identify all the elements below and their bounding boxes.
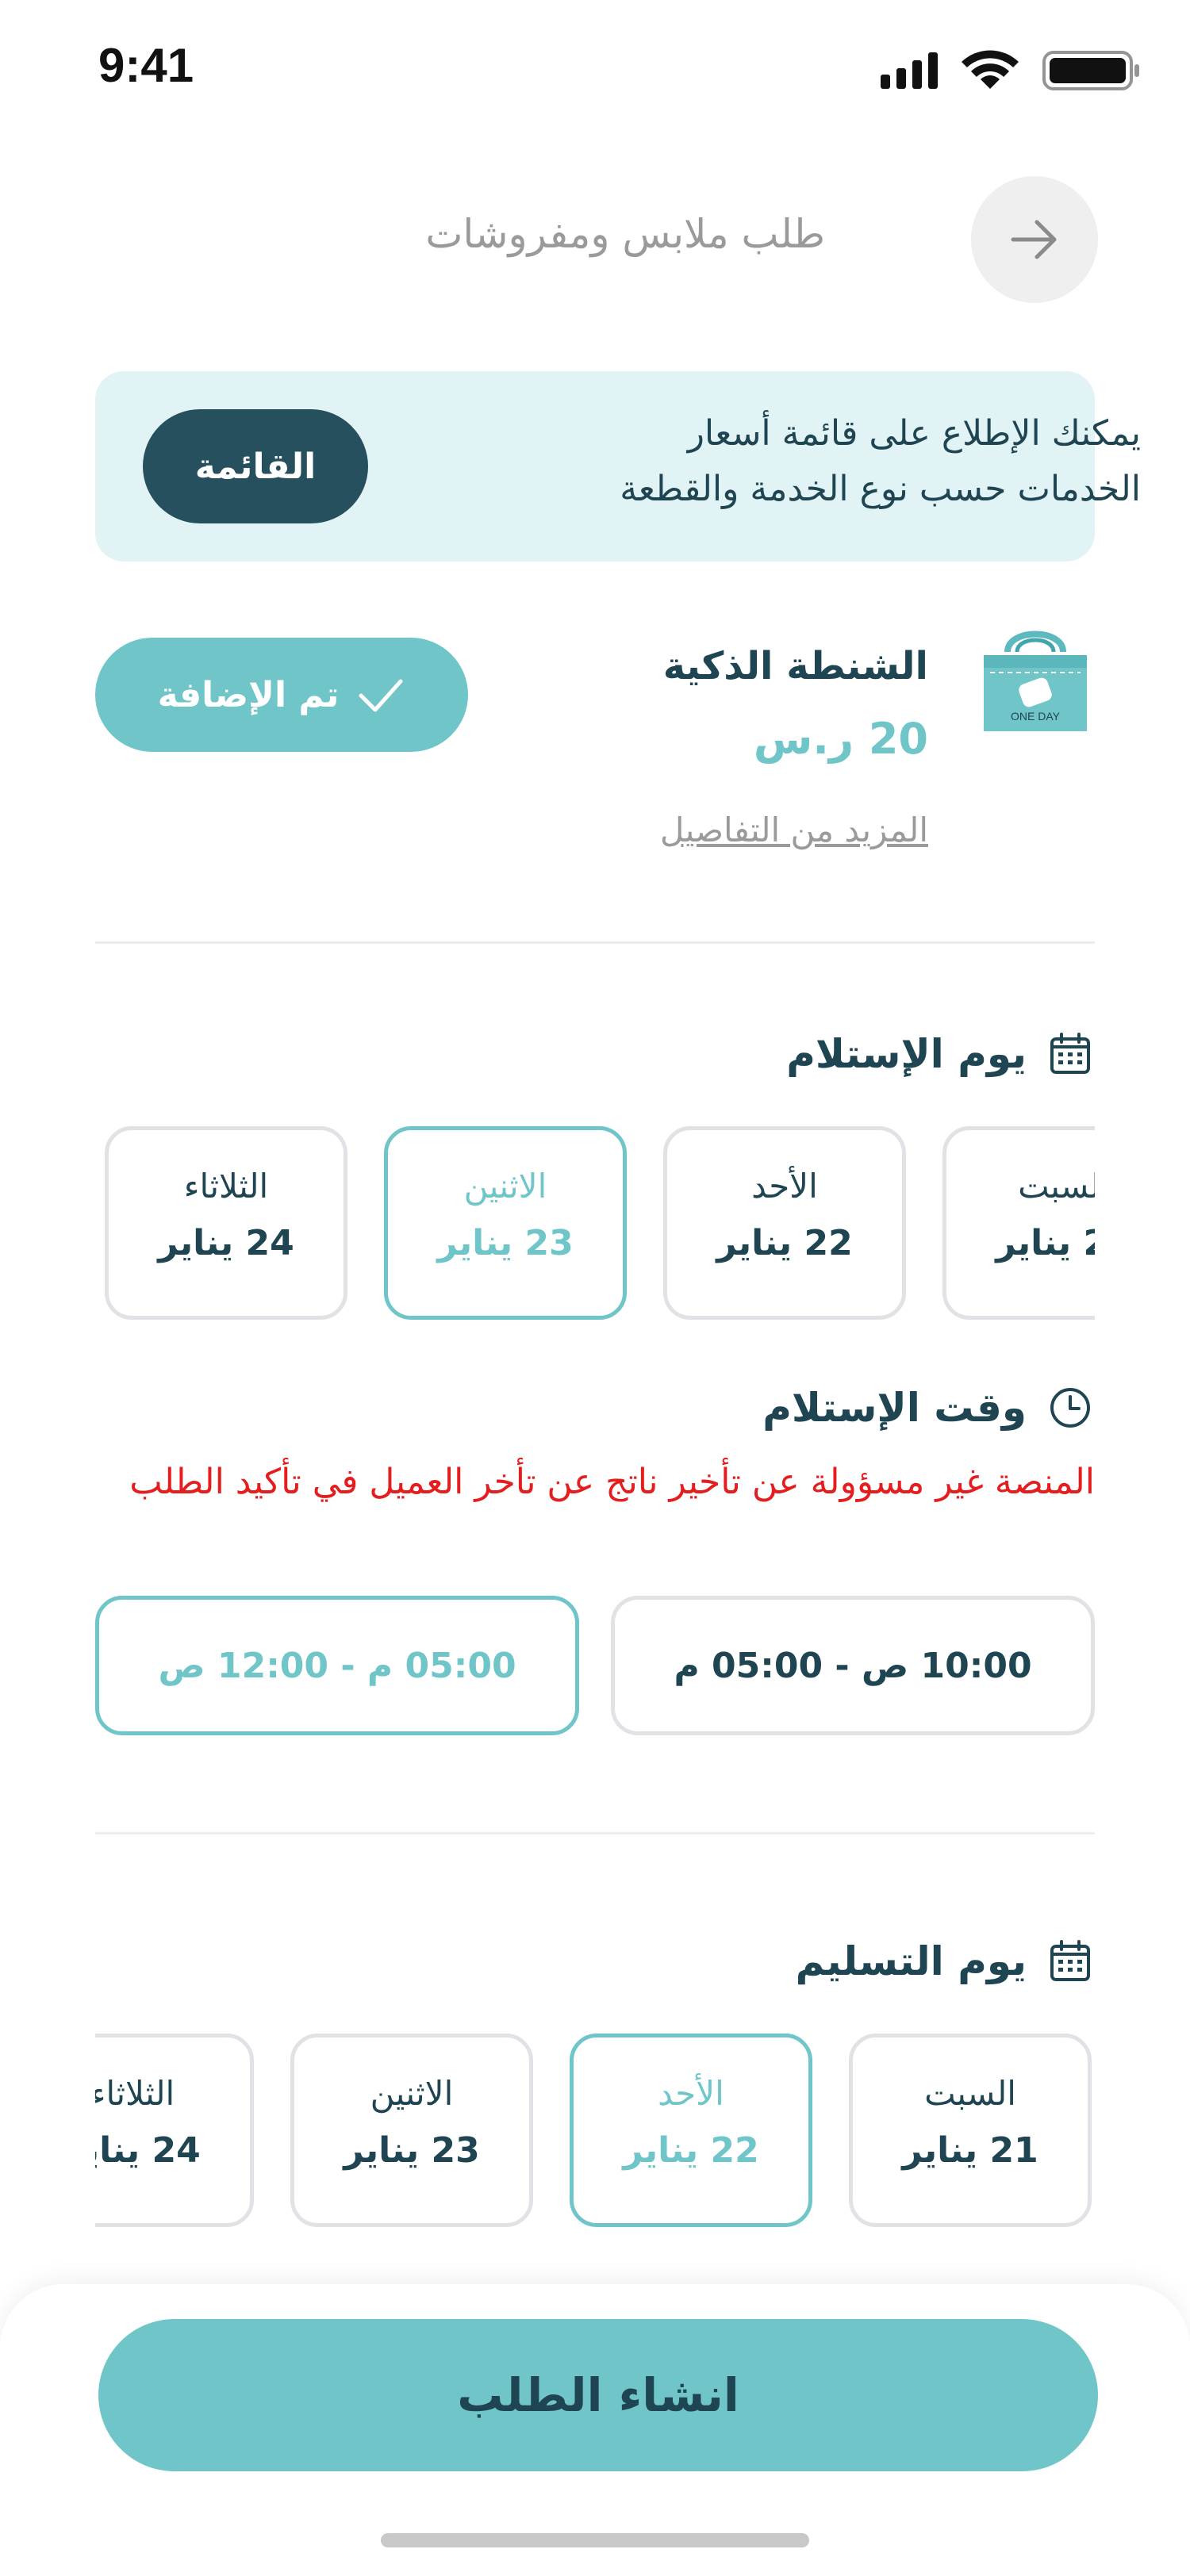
more-details-link[interactable]: المزيد من التفاصيل [660, 811, 928, 849]
status-icons [881, 48, 1142, 92]
home-indicator [381, 2533, 809, 2547]
pickup-day-heading: يوم الإستلام [786, 1031, 1092, 1077]
time-slot-evening[interactable]: 05:00 م - 12:00 ص [95, 1596, 579, 1735]
delivery-day-card-saturday[interactable]: السبت 21 يناير [849, 2034, 1092, 2227]
banner-text-line2: الخدمات حسب نوع الخدمة والقطعة [620, 469, 1141, 509]
delivery-day-card-sunday[interactable]: الأحد 22 يناير [570, 2034, 812, 2227]
card-day: الثلاثاء [95, 2074, 175, 2113]
pickup-day-card-sunday[interactable]: الأحد 22 يناير [663, 1126, 906, 1320]
banner-text-line1: يمكنك الإطلاع على قائمة أسعار [687, 413, 1141, 454]
checkmark-icon [359, 679, 403, 712]
card-date: 24 يناير [158, 1223, 294, 1263]
added-button-label: تم الإضافة [157, 674, 340, 715]
card-date: 22 يناير [623, 2130, 759, 2171]
pickup-day-title: يوم الإستلام [786, 1031, 1027, 1077]
time-slot-morning[interactable]: 10:00 ص - 05:00 م [611, 1596, 1095, 1735]
smart-bag-image: ONE DAY [976, 623, 1095, 734]
pickup-day-card-monday[interactable]: الاثنين 23 يناير [384, 1126, 627, 1320]
create-order-button[interactable]: انشاء الطلب [98, 2319, 1098, 2471]
price-list-button[interactable]: القائمة [143, 409, 368, 523]
delivery-day-cards: السبت 21 يناير الأحد 22 يناير الاثنين 23… [95, 2034, 1095, 2240]
page-title: طلب ملابس ومفروشات [425, 211, 825, 257]
calendar-icon [1049, 1940, 1092, 1983]
card-date: 21 يناير [902, 2130, 1038, 2171]
pickup-time-heading: وقت الإستلام [762, 1385, 1092, 1431]
delivery-day-card-tuesday[interactable]: الثلاثاء 24 يناير [95, 2034, 254, 2227]
pickup-day-cards: السبت 21 يناير الأحد 22 يناير الاثنين 23… [95, 1126, 1095, 1332]
card-day: الاثنين [463, 1167, 547, 1206]
delivery-day-card-monday[interactable]: الاثنين 23 يناير [290, 2034, 533, 2227]
product-name: الشنطة الذكية [662, 644, 928, 688]
status-time: 9:41 [98, 39, 194, 92]
card-date: 21 يناير [996, 1223, 1095, 1263]
pickup-day-card-saturday[interactable]: السبت 21 يناير [942, 1126, 1095, 1320]
product-price: 20 ر.س [753, 714, 928, 764]
divider [95, 1832, 1095, 1834]
divider [95, 941, 1095, 944]
card-date: 23 يناير [437, 1223, 574, 1263]
delivery-day-heading: يوم التسليم [796, 1938, 1092, 1984]
battery-icon [1042, 51, 1139, 90]
card-date: 24 يناير [95, 2130, 201, 2171]
back-button[interactable] [971, 176, 1098, 303]
bag-text: ONE DAY [1011, 710, 1061, 723]
delivery-day-title: يوم التسليم [795, 1938, 1027, 1984]
pickup-day-card-tuesday[interactable]: الثلاثاء 24 يناير [105, 1126, 347, 1320]
card-day: الاثنين [370, 2074, 454, 2113]
added-button[interactable]: تم الإضافة [95, 638, 468, 752]
card-day: السبت [924, 2074, 1016, 2113]
card-day: الأحد [658, 2074, 724, 2113]
clock-icon [1049, 1386, 1092, 1429]
calendar-icon [1049, 1033, 1092, 1075]
arrow-right-icon [1011, 220, 1057, 259]
card-day: الأحد [751, 1167, 818, 1206]
pickup-time-title: وقت الإستلام [762, 1385, 1027, 1431]
card-date: 22 يناير [716, 1223, 853, 1263]
card-date: 23 يناير [344, 2130, 480, 2171]
card-day: السبت [1018, 1167, 1095, 1206]
wifi-icon [962, 50, 1019, 89]
banner-text: يمكنك الإطلاع على قائمة أسعار الخدمات حس… [490, 406, 1141, 517]
delay-warning: المنصة غير مسؤولة عن تأخير ناتج عن تأخر … [129, 1462, 1095, 1502]
cellular-signal-icon [881, 52, 938, 89]
card-day: الثلاثاء [183, 1167, 269, 1206]
